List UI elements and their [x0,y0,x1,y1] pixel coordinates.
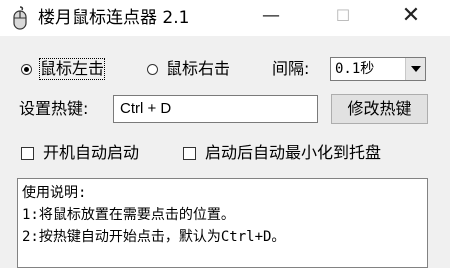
checkbox-startup-box[interactable] [21,146,34,160]
radio-left-click[interactable]: 鼠标左击 [21,58,106,80]
checkbox-minimize-to-tray[interactable]: 启动后自动最小化到托盘 [183,143,381,163]
radio-right-click-label[interactable]: 鼠标右击 [166,59,230,79]
radio-indicator-right[interactable] [147,63,158,75]
checkbox-startup[interactable]: 开机自动启动 [21,143,139,163]
instructions-line: 1:将鼠标放置在需要点击的位置。 [22,207,235,223]
instructions-line: 使用说明: [22,185,87,201]
radio-indicator-left[interactable] [21,63,32,75]
chevron-down-icon[interactable] [405,58,425,80]
hotkey-label: 设置热键: [19,99,89,118]
maximize-button[interactable]: ☐ [320,0,366,32]
close-button[interactable]: ✕ [388,0,434,32]
interval-select[interactable]: 0.1秒 [330,57,426,81]
radio-right-click[interactable]: 鼠标右击 [147,59,230,79]
instructions-line: 2:按热键自动开始点击，默认为Ctrl+D。 [22,229,286,245]
checkbox-minimize-box[interactable] [183,146,196,160]
interval-label: 间隔: [272,59,310,78]
hotkey-value: Ctrl + D [120,100,172,117]
title-bar[interactable]: 楼月鼠标连点器 2.1 — ☐ ✕ [0,0,450,36]
hotkey-field[interactable]: Ctrl + D [113,95,318,123]
mouse-icon [10,6,30,30]
window-title: 楼月鼠标连点器 2.1 [38,8,190,28]
radio-left-click-label[interactable]: 鼠标左击 [38,58,106,80]
checkbox-minimize-label[interactable]: 启动后自动最小化到托盘 [205,143,381,163]
change-hotkey-button[interactable]: 修改热键 [331,94,428,124]
interval-value: 0.1秒 [335,61,375,77]
checkbox-startup-label[interactable]: 开机自动启动 [43,143,139,163]
minimize-button[interactable]: — [248,0,294,32]
